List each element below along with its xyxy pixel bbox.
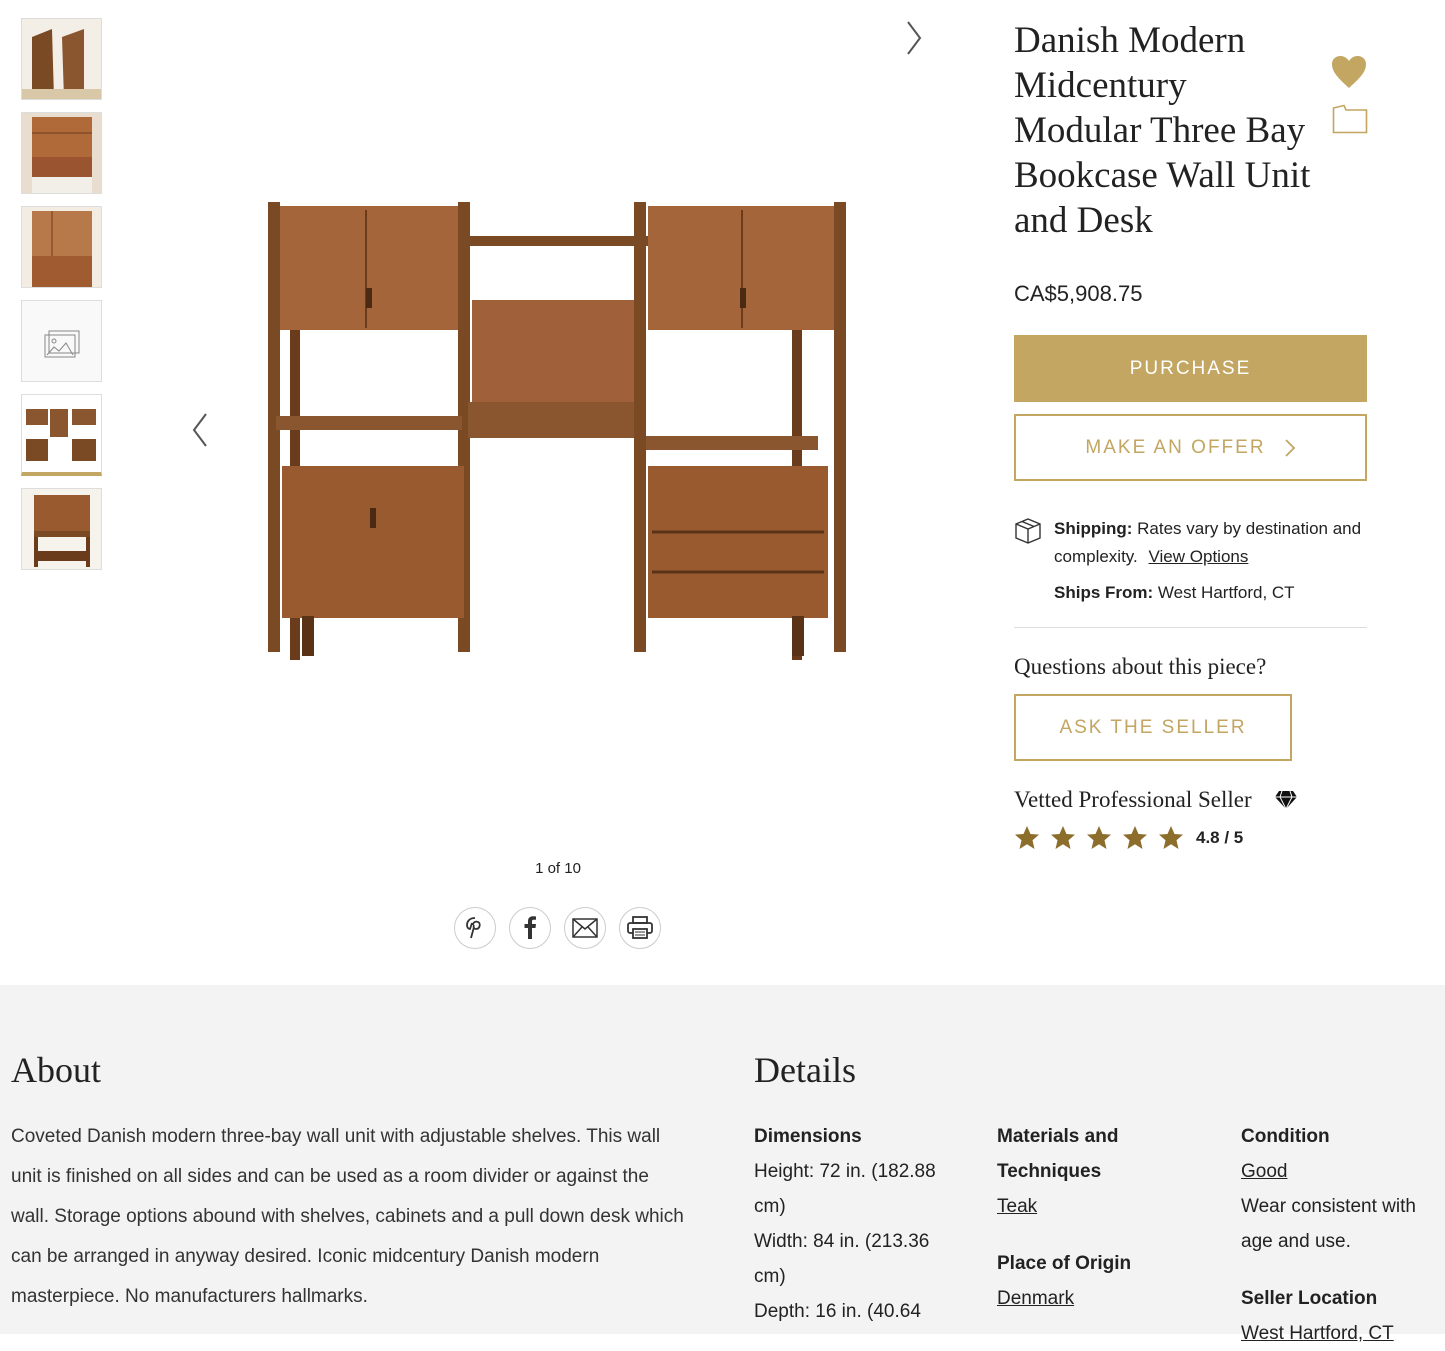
ships-from-label: Ships From:: [1054, 583, 1154, 602]
product-title: Danish Modern Midcentury Modular Three B…: [1014, 20, 1311, 241]
dimensions-label: Dimensions: [754, 1126, 862, 1147]
questions-heading: Questions about this piece?: [1014, 654, 1267, 679]
about-section: About Coveted Danish modern three-bay wa…: [11, 1049, 691, 1317]
condition-label: Condition: [1241, 1126, 1330, 1147]
thumbnail-3[interactable]: [21, 206, 102, 288]
star-icon: [1015, 826, 1039, 849]
product-description-section: About Coveted Danish modern three-bay wa…: [0, 985, 1445, 1344]
shipping-label: Shipping:: [1054, 519, 1133, 538]
product-info-panel: Danish Modern Midcentury Modular Three B…: [1014, 18, 1368, 850]
dimensions-column: Dimensions Height: 72 in. (182.88 cm) Wi…: [754, 1119, 954, 1329]
print-icon[interactable]: [619, 907, 661, 949]
facebook-icon[interactable]: [509, 907, 551, 949]
folder-icon[interactable]: [1332, 104, 1368, 134]
previous-image-arrow-icon[interactable]: [188, 410, 214, 450]
purchase-button[interactable]: PURCHASE: [1014, 335, 1367, 402]
origin-link[interactable]: Denmark: [997, 1288, 1074, 1309]
star-icon: [1123, 826, 1147, 849]
product-hero: 1 of 10 Danish Modern Midcentury Modular…: [0, 0, 1445, 985]
image-counter: 1 of 10: [535, 860, 581, 877]
view-options-link[interactable]: View Options: [1149, 547, 1249, 566]
share-bar: [454, 907, 661, 949]
dimension-width: Width: 84 in. (213.36 cm): [754, 1231, 930, 1287]
condition-note: Wear consistent with age and use.: [1241, 1196, 1416, 1252]
email-icon[interactable]: [564, 907, 606, 949]
seller-rating: 4.8 / 5: [1014, 825, 1367, 850]
heart-icon[interactable]: [1330, 54, 1368, 90]
thumbnail-1[interactable]: [21, 18, 102, 100]
star-icon: [1087, 826, 1111, 849]
dimension-height: Height: 72 in. (182.88 cm): [754, 1161, 936, 1217]
ask-seller-button[interactable]: ASK THE SELLER: [1014, 694, 1292, 761]
details-heading: Details: [754, 1050, 856, 1090]
make-offer-label: MAKE AN OFFER: [1085, 436, 1266, 458]
rating-stars: [1014, 825, 1184, 850]
ships-from: Ships From: West Hartford, CT: [1054, 583, 1367, 603]
origin-label: Place of Origin: [997, 1253, 1132, 1274]
condition-column: Condition Good Wear consistent with age …: [1241, 1119, 1431, 1351]
chevron-right-icon: [1284, 438, 1295, 457]
box-icon: [1015, 518, 1041, 544]
vetted-seller-label: Vetted Professional Seller: [1014, 787, 1252, 812]
materials-label: Materials and Techniques: [997, 1126, 1119, 1182]
product-price: CA$5,908.75: [1014, 281, 1143, 306]
thumbnail-strip: [21, 18, 102, 582]
star-icon: [1051, 826, 1075, 849]
details-section: Details Dimensions Height: 72 in. (182.8…: [754, 1049, 1434, 1344]
ships-from-value: West Hartford, CT: [1157, 583, 1295, 602]
thumbnail-2[interactable]: [21, 112, 102, 194]
main-product-image: [268, 202, 846, 660]
vetted-seller: Vetted Professional Seller: [1014, 787, 1367, 813]
materials-column: Materials and Techniques Teak Place of O…: [997, 1119, 1197, 1316]
thumbnail-6[interactable]: [21, 488, 102, 570]
thumbnail-5[interactable]: [21, 394, 102, 476]
condition-link[interactable]: Good: [1241, 1161, 1287, 1182]
rating-value: 4.8 / 5: [1196, 827, 1244, 847]
make-offer-button[interactable]: MAKE AN OFFER: [1014, 414, 1367, 481]
shipping-info: Shipping: Rates vary by destination and …: [1014, 515, 1367, 571]
divider: [1014, 627, 1367, 628]
pinterest-icon[interactable]: [454, 907, 496, 949]
seller-location-label: Seller Location: [1241, 1288, 1378, 1309]
star-icon: [1159, 826, 1183, 849]
thumbnail-4-placeholder[interactable]: [21, 300, 102, 382]
diamond-icon: [1274, 790, 1297, 810]
about-text: Coveted Danish modern three-bay wall uni…: [11, 1126, 684, 1307]
dimension-depth: Depth: 16 in. (40.64: [754, 1301, 921, 1322]
materials-link[interactable]: Teak: [997, 1196, 1037, 1217]
about-heading: About: [11, 1050, 101, 1090]
